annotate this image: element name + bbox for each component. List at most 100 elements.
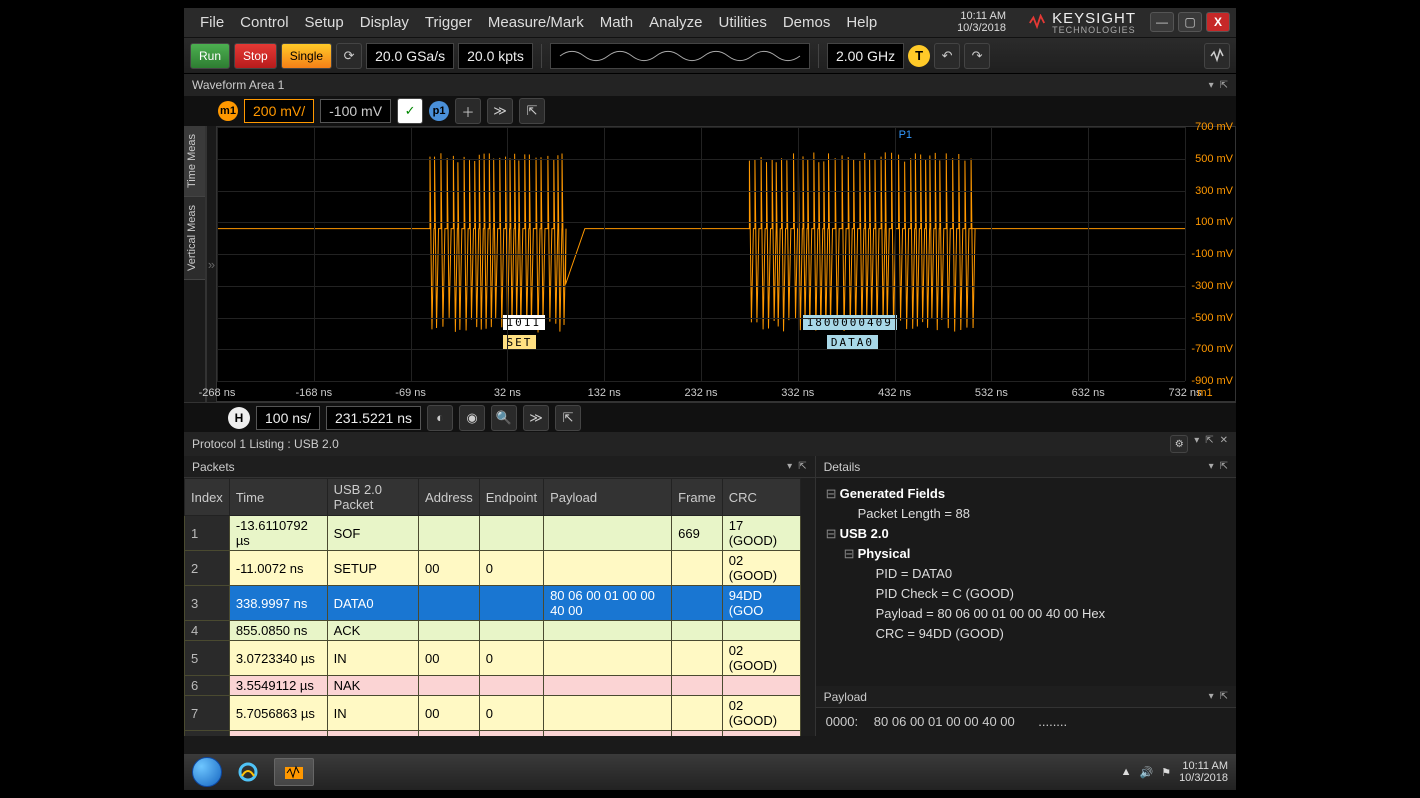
tree-node[interactable]: PID Check = C (GOOD): [826, 584, 1226, 604]
tab-vertical-meas[interactable]: Vertical Meas: [184, 197, 205, 280]
taskbar-scope-icon[interactable]: [274, 758, 314, 786]
tree-node[interactable]: Payload = 80 06 00 01 00 00 40 00 Hex: [826, 604, 1226, 624]
channel-badge-m1[interactable]: m1: [218, 101, 238, 121]
tree-node[interactable]: ⊟Generated Fields: [826, 484, 1226, 504]
menu-demos[interactable]: Demos: [775, 10, 839, 35]
cursor-icon[interactable]: ◐: [427, 405, 453, 431]
timebase-toolbar: H 100 ns/ 231.5221 ns ◐ ◉ 🔍 ≫ ⇱: [184, 402, 1236, 432]
packets-menu-icon[interactable]: ▾: [787, 461, 792, 472]
pane-dropdown-icon[interactable]: ▾: [1194, 435, 1199, 453]
waveform-display[interactable]: P1 1011 SET 1800000409 DATA0 700 mV500 m…: [216, 126, 1236, 402]
details-panel: Details ▾ ⇱ ⊟Generated FieldsPacket Lengt…: [816, 456, 1236, 736]
trigger-badge[interactable]: T: [908, 45, 930, 67]
pane-close-icon[interactable]: ✕: [1220, 435, 1228, 453]
tab-time-meas[interactable]: Time Meas: [184, 126, 205, 197]
payload-menu-icon[interactable]: ▾: [1209, 691, 1214, 702]
popout-horiz-icon[interactable]: ⇱: [555, 405, 581, 431]
details-pin-icon[interactable]: ⇱: [1220, 461, 1228, 472]
tray-flag-icon[interactable]: ⚑: [1161, 766, 1171, 779]
y-tick-label: -900 mV: [1191, 375, 1233, 387]
menu-trigger[interactable]: Trigger: [417, 10, 480, 35]
minimize-button[interactable]: —: [1150, 12, 1174, 32]
add-measurement-icon[interactable]: ＋: [455, 98, 481, 124]
col-address[interactable]: Address: [419, 479, 480, 516]
layout-icon[interactable]: [1204, 43, 1230, 69]
details-tree[interactable]: ⊟Generated FieldsPacket Length = 88⊟USB …: [816, 478, 1236, 686]
col-index[interactable]: Index: [185, 479, 230, 516]
single-button[interactable]: Single: [281, 43, 332, 69]
tree-node[interactable]: Packet Length = 88: [826, 504, 1226, 524]
tree-node[interactable]: ⊟USB 2.0: [826, 524, 1226, 544]
col-payload[interactable]: Payload: [544, 479, 672, 516]
table-row[interactable]: 3338.9997 nsDATA080 06 00 01 00 00 40 00…: [185, 586, 801, 621]
menu-help[interactable]: Help: [838, 10, 885, 35]
vertical-scale-field[interactable]: 200 mV/: [244, 99, 314, 123]
protocol-header: Protocol 1 Listing : USB 2.0 ⚙ ▾ ⇱ ✕: [184, 432, 1236, 456]
more-horiz-icon[interactable]: ≫: [523, 405, 549, 431]
undo-icon[interactable]: ↶: [934, 43, 960, 69]
marker-icon[interactable]: ◉: [459, 405, 485, 431]
details-title: Details: [824, 460, 861, 474]
table-row[interactable]: 75.7056863 µsIN00002 (GOOD): [185, 696, 801, 731]
memory-depth-field[interactable]: 20.0 kpts: [458, 43, 533, 69]
col-frame[interactable]: Frame: [672, 479, 723, 516]
col-usb-2-0-packet[interactable]: USB 2.0 Packet: [327, 479, 418, 516]
pane-pin-icon[interactable]: ⇱: [1220, 80, 1228, 91]
table-row[interactable]: 4855.0850 nsACK: [185, 621, 801, 641]
menu-display[interactable]: Display: [352, 10, 417, 35]
zoom-icon[interactable]: 🔍: [491, 405, 517, 431]
horizontal-badge[interactable]: H: [228, 407, 250, 429]
redo-icon[interactable]: ↷: [964, 43, 990, 69]
col-crc[interactable]: CRC: [722, 479, 800, 516]
channel-enable-checkbox[interactable]: ✓: [397, 98, 423, 124]
menu-file[interactable]: File: [192, 10, 232, 35]
start-button[interactable]: [192, 757, 222, 787]
table-row[interactable]: 63.5549112 µsNAK: [185, 676, 801, 696]
col-endpoint[interactable]: Endpoint: [479, 479, 543, 516]
timebase-delay-field[interactable]: 231.5221 ns: [326, 406, 421, 430]
tray-volume-icon[interactable]: 🔊: [1139, 766, 1153, 779]
x-tick-label: -168 ns: [295, 387, 332, 399]
table-row[interactable]: 1-13.6110792 µsSOF66917 (GOOD): [185, 516, 801, 551]
table-row[interactable]: 53.0723340 µsIN00002 (GOOD): [185, 641, 801, 676]
menu-setup[interactable]: Setup: [297, 10, 352, 35]
sample-rate-field[interactable]: 20.0 GSa/s: [366, 43, 454, 69]
stop-button[interactable]: Stop: [234, 43, 277, 69]
expand-handle[interactable]: »: [206, 126, 216, 402]
close-button[interactable]: X: [1206, 12, 1230, 32]
maximize-button[interactable]: ▢: [1178, 12, 1202, 32]
menu-math[interactable]: Math: [592, 10, 641, 35]
trigger-wave-preview[interactable]: [550, 43, 810, 69]
tray-up-icon[interactable]: ▲: [1121, 766, 1132, 778]
bandwidth-field[interactable]: 2.00 GHz: [827, 43, 904, 69]
packets-pin-icon[interactable]: ⇱: [798, 461, 806, 472]
tree-node[interactable]: CRC = 94DD (GOOD): [826, 624, 1226, 644]
col-time[interactable]: Time: [229, 479, 327, 516]
vertical-offset-field[interactable]: -100 mV: [320, 99, 391, 123]
x-tick-label: 132 ns: [588, 387, 621, 399]
pane-pin-icon[interactable]: ⇱: [1205, 435, 1213, 453]
menu-utilities[interactable]: Utilities: [710, 10, 774, 35]
menu-analyze[interactable]: Analyze: [641, 10, 710, 35]
popout-icon[interactable]: ⇱: [519, 98, 545, 124]
table-row[interactable]: 86.1882358 µsNAK: [185, 731, 801, 737]
timebase-scale-field[interactable]: 100 ns/: [256, 406, 320, 430]
menu-control[interactable]: Control: [232, 10, 296, 35]
tray-clock[interactable]: 10:11 AM 10/3/2018: [1179, 760, 1228, 784]
packets-table[interactable]: IndexTimeUSB 2.0 PacketAddressEndpointPa…: [184, 478, 801, 736]
tree-node[interactable]: PID = DATA0: [826, 564, 1226, 584]
payload-pin-icon[interactable]: ⇱: [1220, 691, 1228, 702]
x-tick-label: 532 ns: [975, 387, 1008, 399]
more-icon[interactable]: ≫: [487, 98, 513, 124]
tree-node[interactable]: ⊟Physical: [826, 544, 1226, 564]
menu-measure-mark[interactable]: Measure/Mark: [480, 10, 592, 35]
run-button[interactable]: Run: [190, 43, 230, 69]
scrollbar[interactable]: [801, 478, 815, 736]
clear-display-icon[interactable]: ⟳: [336, 43, 362, 69]
probe-badge-p1[interactable]: p1: [429, 101, 449, 121]
table-row[interactable]: 2-11.0072 nsSETUP00002 (GOOD): [185, 551, 801, 586]
taskbar-ie-icon[interactable]: [228, 758, 268, 786]
details-menu-icon[interactable]: ▾: [1209, 461, 1214, 472]
gear-icon[interactable]: ⚙: [1170, 435, 1188, 453]
pane-dropdown-icon[interactable]: ▾: [1209, 80, 1214, 91]
